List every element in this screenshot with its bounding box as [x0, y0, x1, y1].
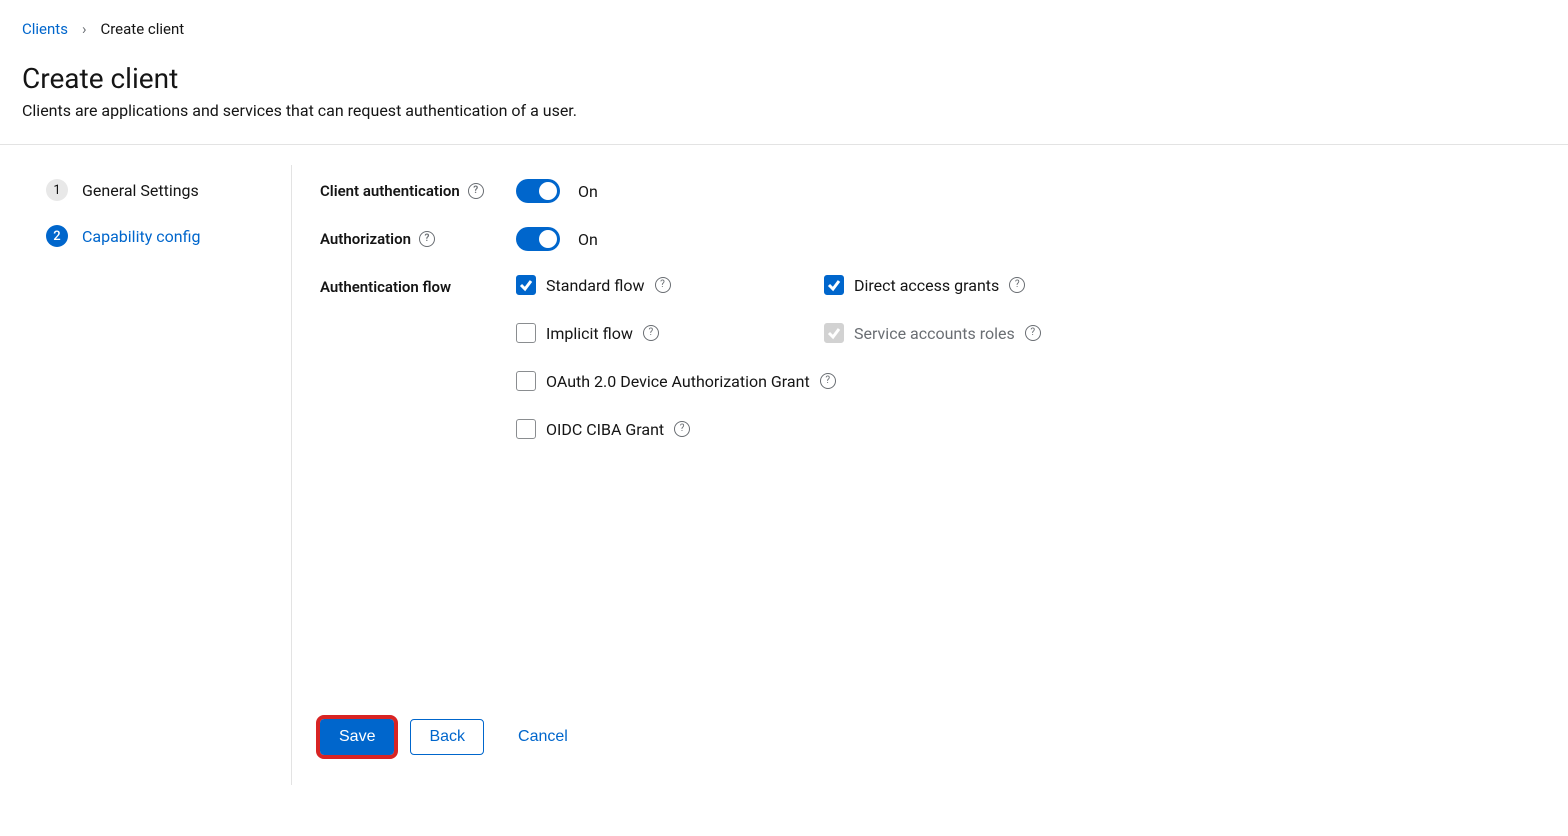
implicit-flow-option[interactable]: Implicit flow ? [516, 323, 824, 343]
help-icon[interactable]: ? [674, 421, 690, 437]
client-auth-toggle[interactable] [516, 179, 560, 203]
wizard-actions: Save Back Cancel [320, 719, 1546, 785]
step-general-settings[interactable]: 1 General Settings [46, 179, 267, 201]
step-capability-config[interactable]: 2 Capability config [46, 225, 267, 247]
client-auth-state: On [578, 182, 598, 201]
option-label: Service accounts roles [854, 324, 1015, 343]
checkbox-icon [516, 371, 536, 391]
option-label: Implicit flow [546, 324, 633, 343]
page-title: Create client [22, 62, 1546, 95]
direct-access-option[interactable]: Direct access grants ? [824, 275, 1132, 295]
step-label: Capability config [82, 227, 200, 246]
help-icon[interactable]: ? [1025, 325, 1041, 341]
checkbox-icon [516, 275, 536, 295]
checkbox-icon [516, 419, 536, 439]
oauth-device-option[interactable]: OAuth 2.0 Device Authorization Grant ? [516, 371, 1132, 391]
save-button[interactable]: Save [320, 719, 394, 755]
option-label: OAuth 2.0 Device Authorization Grant [546, 372, 810, 391]
wizard-stepper: 1 General Settings 2 Capability config [22, 165, 292, 785]
help-icon[interactable]: ? [419, 231, 435, 247]
authorization-toggle[interactable] [516, 227, 560, 251]
checkbox-icon [824, 323, 844, 343]
client-auth-label: Client authentication ? [320, 179, 516, 200]
step-label: General Settings [82, 181, 199, 200]
breadcrumb-root-link[interactable]: Clients [22, 20, 68, 38]
help-icon[interactable]: ? [820, 373, 836, 389]
chevron-right-icon: › [82, 20, 87, 38]
help-icon[interactable]: ? [643, 325, 659, 341]
oidc-ciba-option[interactable]: OIDC CIBA Grant ? [516, 419, 1132, 439]
capability-form: Client authentication ? On Authorization… [292, 165, 1546, 785]
auth-flow-label: Authentication flow [320, 275, 516, 296]
option-label: OIDC CIBA Grant [546, 420, 664, 439]
step-number: 2 [46, 225, 68, 247]
page-subtitle: Clients are applications and services th… [22, 101, 1546, 120]
service-accounts-option: Service accounts roles ? [824, 323, 1132, 343]
page-header: Clients › Create client Create client Cl… [0, 0, 1568, 145]
breadcrumb-current: Create client [100, 20, 184, 38]
help-icon[interactable]: ? [655, 277, 671, 293]
breadcrumb: Clients › Create client [22, 20, 1546, 38]
help-icon[interactable]: ? [1009, 277, 1025, 293]
authorization-label: Authorization ? [320, 227, 516, 248]
checkbox-icon [824, 275, 844, 295]
cancel-button[interactable]: Cancel [500, 720, 586, 754]
back-button[interactable]: Back [410, 719, 484, 755]
authorization-state: On [578, 230, 598, 249]
option-label: Direct access grants [854, 276, 999, 295]
step-number: 1 [46, 179, 68, 201]
option-label: Standard flow [546, 276, 645, 295]
help-icon[interactable]: ? [468, 183, 484, 199]
standard-flow-option[interactable]: Standard flow ? [516, 275, 824, 295]
checkbox-icon [516, 323, 536, 343]
